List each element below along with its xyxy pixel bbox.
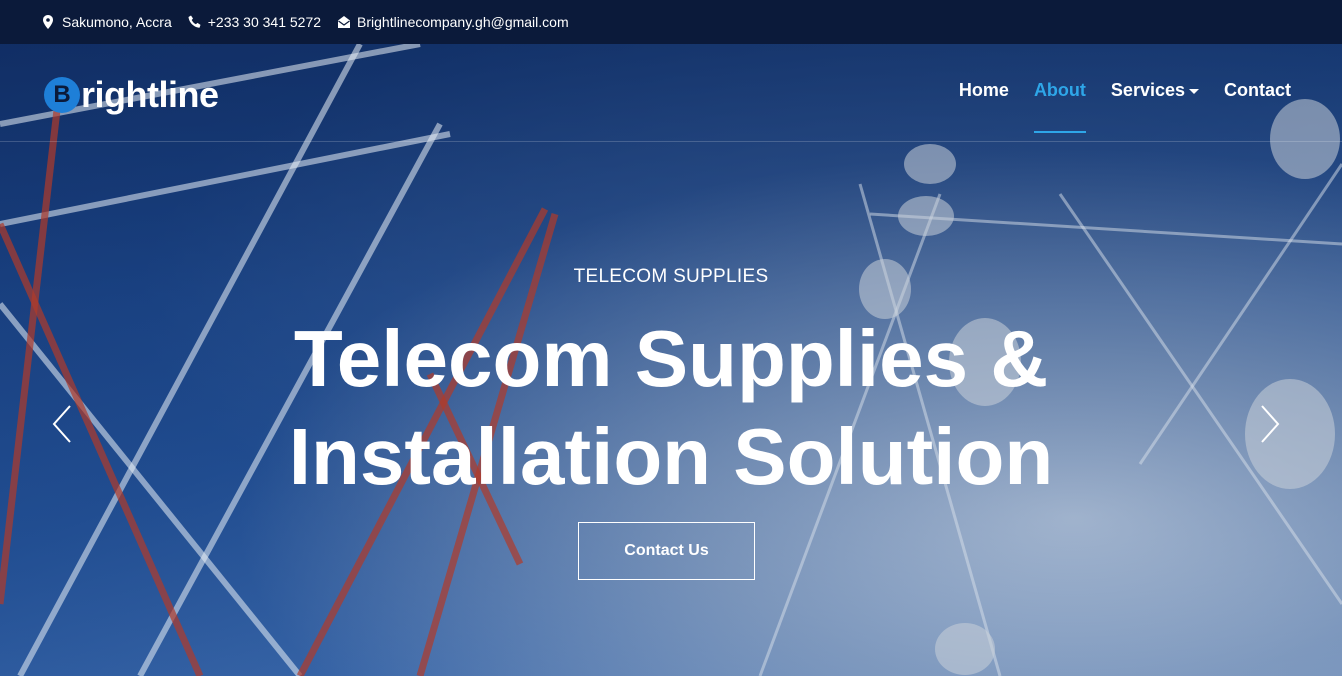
- nav-about[interactable]: About: [1033, 80, 1086, 133]
- top-info-bar: Sakumono, Accra +233 30 341 5272 Brightl…: [0, 0, 1342, 44]
- caret-down-icon: [1189, 88, 1199, 94]
- map-pin-icon: [42, 15, 56, 29]
- hero-slider: B rightline Home About Services Contact …: [0, 44, 1342, 676]
- envelope-open-icon: [337, 15, 351, 29]
- hero-headline: Telecom Supplies & Installation Solution: [0, 310, 1342, 506]
- email-info[interactable]: Brightlinecompany.gh@gmail.com: [337, 14, 569, 30]
- chevron-left-icon: [52, 405, 71, 443]
- location-info: Sakumono, Accra: [42, 14, 172, 30]
- chevron-right-icon: [1261, 405, 1280, 443]
- primary-nav: Home About Services Contact: [934, 80, 1291, 133]
- contact-us-button[interactable]: Contact Us: [578, 522, 755, 580]
- hero-headline-line-1: Telecom Supplies &: [293, 314, 1049, 403]
- logo-badge: B: [44, 77, 80, 113]
- phone-text[interactable]: +233 30 341 5272: [208, 14, 321, 30]
- brand-logo[interactable]: B rightline: [44, 74, 219, 116]
- nav-home[interactable]: Home: [959, 80, 1009, 126]
- hero-headline-line-2: Installation Solution: [288, 412, 1054, 501]
- hero-eyebrow: TELECOM SUPPLIES: [573, 266, 769, 287]
- phone-info[interactable]: +233 30 341 5272: [188, 14, 321, 30]
- email-text[interactable]: Brightlinecompany.gh@gmail.com: [357, 14, 569, 30]
- nav-services[interactable]: Services: [1111, 80, 1199, 126]
- main-navbar: B rightline Home About Services Contact: [0, 44, 1342, 142]
- location-text: Sakumono, Accra: [62, 14, 172, 30]
- slider-prev-button[interactable]: [50, 404, 74, 444]
- logo-text: rightline: [81, 74, 219, 115]
- phone-icon: [188, 15, 202, 29]
- nav-services-label: Services: [1110, 80, 1185, 100]
- slider-next-button[interactable]: [1258, 404, 1282, 444]
- nav-contact[interactable]: Contact: [1224, 80, 1291, 126]
